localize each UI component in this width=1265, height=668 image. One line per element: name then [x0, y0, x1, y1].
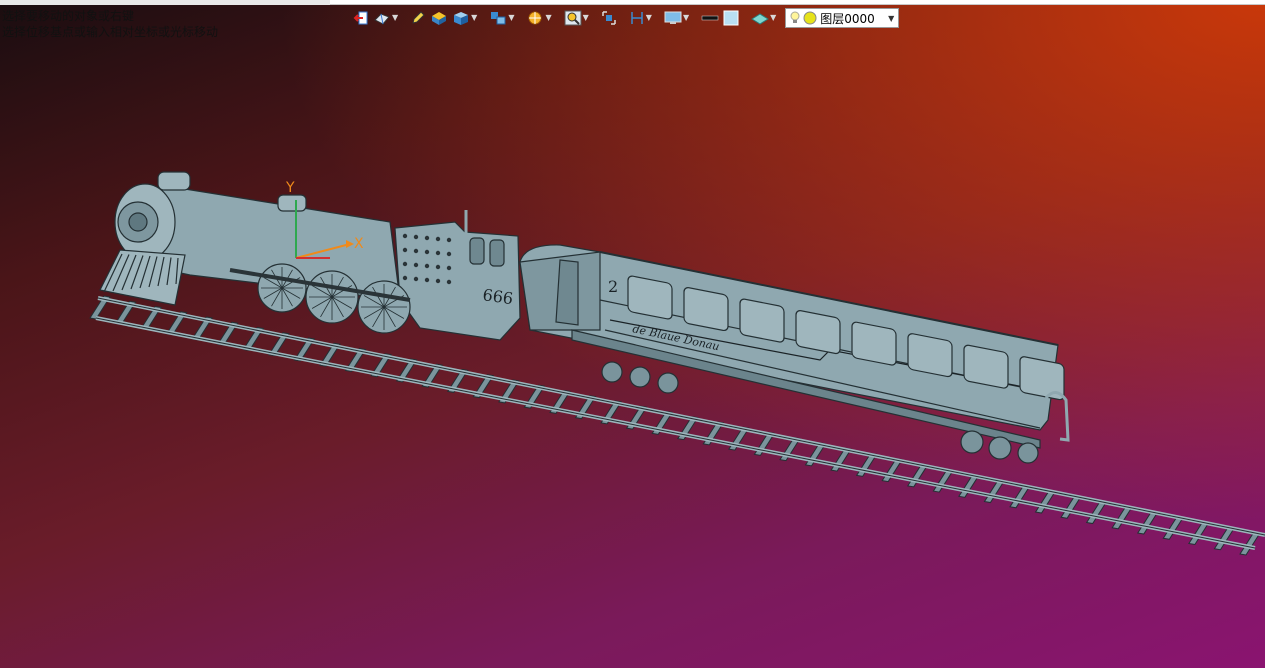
rivet	[424, 277, 430, 283]
chevron-down-icon: ▼	[471, 13, 478, 22]
shade-icon	[432, 12, 447, 25]
car-number: 2	[608, 277, 618, 296]
rivet	[446, 265, 452, 271]
prompt-line-1: 选择要移动的对象或右键	[2, 9, 135, 23]
title-strip	[0, 0, 1265, 5]
cubes-icon	[491, 12, 506, 25]
tender: 666	[394, 210, 521, 341]
bulb-icon	[790, 11, 800, 23]
pencil-icon	[412, 11, 425, 24]
model-viewport[interactable]: 2 de Blaue Donau 666 Y X	[0, 30, 1265, 668]
solid-button[interactable]: ▼	[451, 7, 478, 29]
rivet	[413, 276, 419, 282]
chevron-down-icon: ▼	[508, 13, 515, 22]
axis-x-label: X	[354, 236, 364, 252]
display-button[interactable]: ▼	[663, 7, 690, 29]
chevron-down-icon: ▼	[545, 13, 552, 22]
layer-select[interactable]: 图层0000 ▼	[785, 8, 900, 28]
view-toolbar: ▼ ▼ ▼ ▼ ▼ ▼ ▼ ▼ 图层0000 ▼	[352, 6, 900, 30]
view-icon	[374, 13, 390, 25]
car-window	[795, 310, 841, 355]
rivet	[435, 278, 441, 284]
exit-button[interactable]	[352, 7, 370, 29]
car-window	[963, 344, 1009, 389]
zoom-icon	[564, 10, 582, 26]
rivet	[446, 279, 452, 285]
passenger-car: 2 de Blaue Donau	[519, 244, 1070, 464]
car-window	[907, 333, 953, 378]
chevron-down-icon: ▼	[770, 13, 777, 22]
multi-solid-button[interactable]: ▼	[488, 7, 515, 29]
zoom-button[interactable]: ▼	[563, 7, 590, 29]
chevron-down-icon: ▼	[682, 13, 690, 22]
rivet	[435, 264, 441, 270]
rivet	[424, 249, 430, 255]
chevron-down-icon: ▼	[582, 13, 589, 22]
rivet	[446, 237, 452, 243]
chevron-down-icon: ▼	[888, 13, 895, 23]
chevron-down-icon: ▼	[645, 13, 652, 22]
chevron-down-icon: ▼	[392, 13, 399, 22]
fit-view-button[interactable]	[600, 7, 618, 29]
car-window	[851, 321, 897, 366]
rivet	[424, 235, 430, 241]
fit-icon	[602, 11, 616, 25]
axis-y-label: Y	[285, 180, 295, 196]
shading-button[interactable]	[429, 7, 449, 29]
display-icon	[664, 11, 682, 24]
track-sleeper	[1239, 531, 1261, 556]
rivet	[435, 236, 441, 242]
exit-icon	[353, 11, 368, 25]
rivet	[413, 248, 419, 254]
rivet	[424, 263, 430, 269]
material-icon	[751, 13, 770, 25]
line-color-button[interactable]	[700, 7, 720, 29]
material-button[interactable]: ▼	[750, 7, 777, 29]
measure-button[interactable]: ▼	[628, 7, 653, 29]
section-icon	[528, 11, 542, 25]
rivet	[435, 250, 441, 256]
rivet	[402, 261, 408, 267]
layer-name: 图层0000	[820, 11, 875, 26]
car-window	[627, 275, 673, 320]
section-button[interactable]: ▼	[525, 7, 552, 29]
measure-icon	[631, 12, 643, 24]
fill-color-button[interactable]	[722, 7, 740, 29]
cube-icon	[454, 12, 469, 25]
sketch-button[interactable]	[409, 7, 427, 29]
sun-icon	[803, 11, 817, 25]
rivet	[402, 233, 408, 239]
view-orientation-button[interactable]: ▼	[372, 7, 399, 29]
rivet	[402, 247, 408, 253]
rivet	[413, 234, 419, 240]
car-window	[739, 298, 785, 343]
rivet	[402, 275, 408, 281]
line-color-icon	[701, 15, 719, 21]
selection-bar	[330, 0, 1265, 5]
rivet	[413, 262, 419, 268]
car-window	[683, 287, 729, 332]
fill-color-icon	[723, 10, 739, 26]
rivet	[446, 251, 452, 257]
